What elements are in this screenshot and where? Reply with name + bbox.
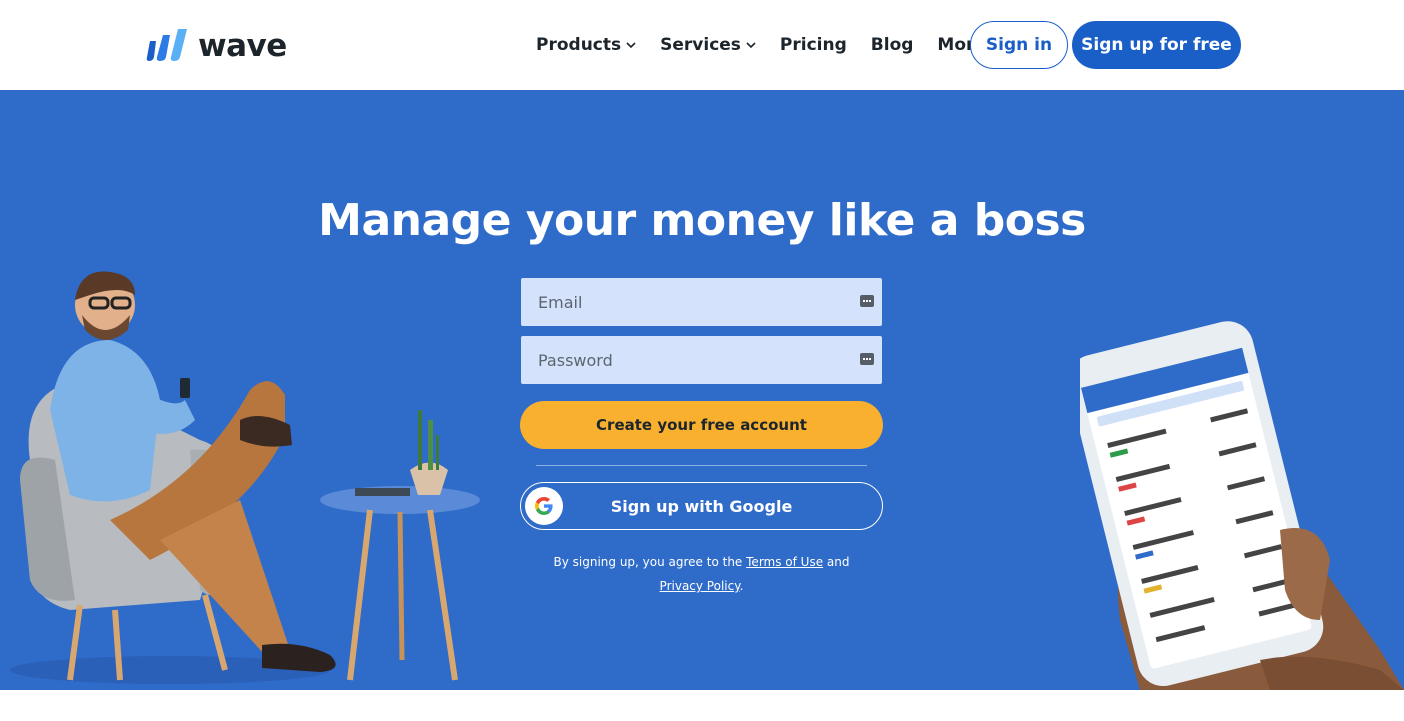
chevron-down-icon bbox=[746, 42, 756, 49]
legal-prefix: By signing up, you agree to the bbox=[553, 555, 743, 569]
nav-pricing-label: Pricing bbox=[779, 35, 847, 55]
man-in-armchair-illustration bbox=[10, 271, 480, 684]
nav-pricing[interactable]: Pricing bbox=[780, 34, 847, 56]
nav-services-label: Services bbox=[660, 35, 741, 55]
phone-in-hand-illustration bbox=[1080, 321, 1404, 690]
nav-blog[interactable]: Blog bbox=[871, 34, 914, 56]
wave-logo[interactable]: wave bbox=[146, 27, 287, 65]
chevron-down-icon bbox=[626, 42, 636, 49]
terms-of-use-link[interactable]: Terms of Use bbox=[746, 555, 823, 569]
nav-products-label: Products bbox=[536, 35, 622, 55]
hero-title: Manage your money like a boss bbox=[318, 195, 1086, 246]
google-signup-button[interactable]: Sign up with Google bbox=[520, 482, 883, 530]
sign-in-button[interactable]: Sign in bbox=[970, 21, 1068, 69]
google-g-icon bbox=[535, 497, 553, 515]
legal-text: By signing up, you agree to the Terms of… bbox=[520, 550, 883, 598]
hero-section: Manage your money like a boss Create you… bbox=[0, 90, 1404, 690]
privacy-policy-link[interactable]: Privacy Policy bbox=[660, 579, 740, 593]
password-field[interactable] bbox=[521, 336, 882, 384]
google-signup-label: Sign up with Google bbox=[610, 496, 793, 516]
nav-blog-label: Blog bbox=[870, 35, 914, 55]
legal-suffix: . bbox=[739, 579, 744, 593]
legal-and: and bbox=[826, 555, 850, 569]
create-account-button[interactable]: Create your free account bbox=[520, 401, 883, 449]
form-divider bbox=[536, 465, 867, 466]
nav-services[interactable]: Services bbox=[660, 34, 756, 56]
sign-up-button[interactable]: Sign up for free bbox=[1072, 21, 1241, 69]
password-input[interactable] bbox=[538, 350, 838, 370]
nav-products[interactable]: Products bbox=[536, 34, 636, 56]
email-input[interactable] bbox=[538, 292, 838, 312]
password-key-icon[interactable] bbox=[860, 353, 874, 365]
main-nav: Products Services Pricing Blog More bbox=[536, 34, 1025, 56]
site-header: wave Products Services Pricing Blog More… bbox=[0, 0, 1404, 90]
google-badge bbox=[525, 487, 563, 525]
password-key-icon[interactable] bbox=[860, 295, 874, 307]
logo-text: wave bbox=[198, 28, 287, 64]
email-field[interactable] bbox=[521, 278, 882, 326]
wave-logo-icon bbox=[146, 29, 187, 61]
